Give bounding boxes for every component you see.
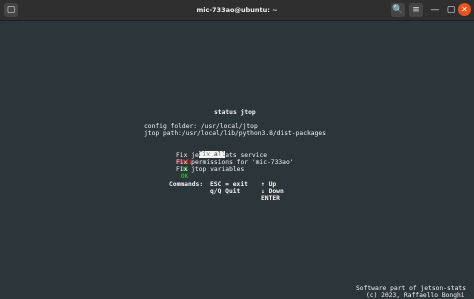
screen-heading: status jtop — [214, 109, 256, 116]
menu-icon[interactable]: ≡ — [409, 3, 423, 17]
command-esc: ESC = exit — [210, 181, 248, 188]
title-bar: ▢ mic-733ao@ubuntu: ~ 🔍 ≡ — ▢ ✕ — [0, 0, 474, 21]
command-down: ↓ Down — [261, 188, 284, 195]
footer-copyright: (c) 2023, Raffaello Bonghi — [366, 292, 465, 299]
footer-credit: Software part of jetson-stats — [356, 285, 466, 292]
jtop-path-text: jtop path:/usr/local/lib/python3.8/dist-… — [144, 130, 326, 137]
maximize-icon[interactable]: ▢ — [444, 3, 458, 17]
command-enter: ENTER — [261, 195, 280, 202]
command-quit: q/Q Quit — [210, 188, 241, 195]
terminal-window: ▢ mic-733ao@ubuntu: ~ 🔍 ≡ — ▢ ✕ status j… — [0, 0, 474, 299]
commands-label: Commands: — [169, 181, 204, 188]
config-folder-text: config folder: /usr/local/jtop — [144, 123, 258, 130]
command-up: ↑ Up — [261, 181, 277, 188]
menu-item-fix-permissions[interactable]: Fix permissions for 'mic-733ao' — [176, 159, 294, 166]
minimize-icon[interactable]: — — [428, 3, 442, 17]
menu-item-fix-variables[interactable]: Fix jtop variables — [176, 166, 244, 173]
close-icon[interactable]: ✕ — [458, 3, 471, 16]
terminal-body[interactable]: status jtop config folder: /usr/local/jt… — [0, 21, 474, 299]
search-icon[interactable]: 🔍 — [391, 3, 405, 17]
menu-item-label[interactable]: Fix jetson-stats service — [176, 152, 267, 159]
